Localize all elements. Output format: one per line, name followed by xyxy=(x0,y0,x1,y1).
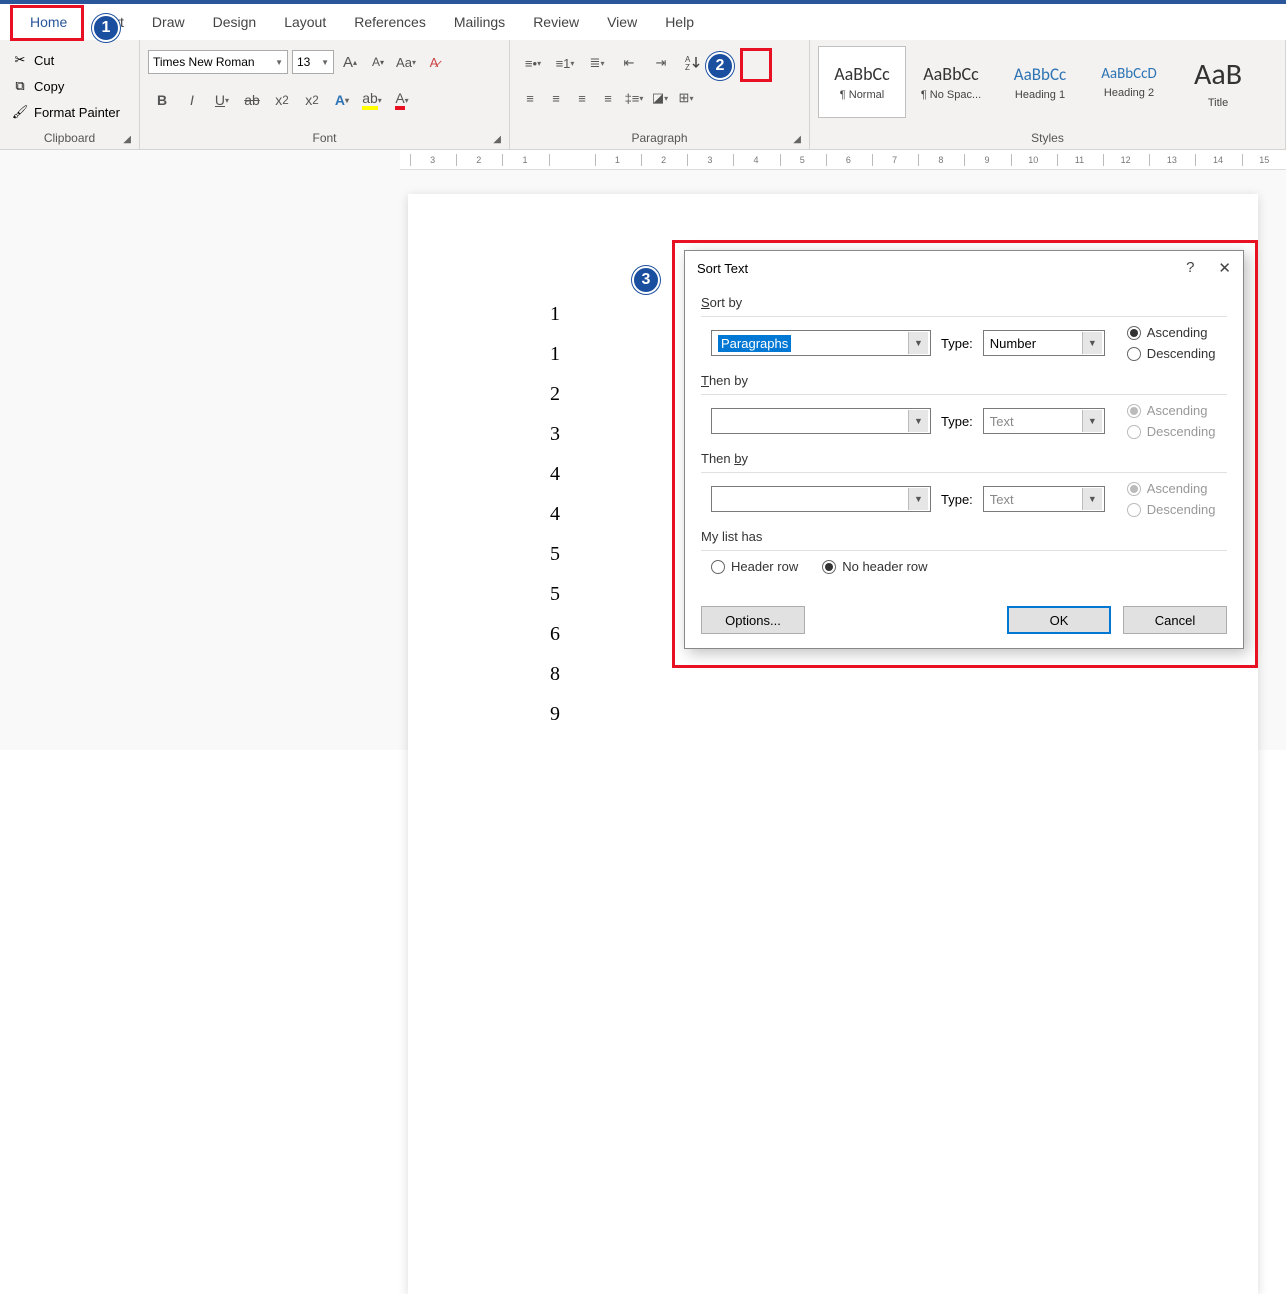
align-right-button[interactable]: ≡ xyxy=(570,86,594,110)
clipboard-group: ✂ Cut ⧉ Copy 🖌 Format Painter Clipboard … xyxy=(0,40,140,149)
strikethrough-button[interactable]: ab xyxy=(238,86,266,114)
cut-button[interactable]: ✂ Cut xyxy=(8,50,131,70)
clipboard-launcher-icon[interactable]: ◢ xyxy=(123,134,131,145)
annotation-marker-1: 1 xyxy=(92,14,120,42)
clear-formatting-button[interactable]: A̷ xyxy=(422,50,446,74)
annotation-box-1 xyxy=(10,5,84,41)
styles-title: Styles xyxy=(818,129,1277,147)
italic-button[interactable]: I xyxy=(178,86,206,114)
underline-button[interactable]: U▾ xyxy=(208,86,236,114)
bullets-button[interactable]: ≡•▾ xyxy=(518,50,548,76)
decrease-indent-button[interactable]: ⇤ xyxy=(614,50,644,76)
scissors-icon: ✂ xyxy=(12,52,28,68)
sort-button[interactable]: AZ xyxy=(678,50,708,76)
increase-indent-button[interactable]: ⇥ xyxy=(646,50,676,76)
align-center-button[interactable]: ≡ xyxy=(544,86,568,110)
ribbon-tabs: Home rt Draw Design Layout References Ma… xyxy=(0,4,1286,40)
font-launcher-icon[interactable]: ◢ xyxy=(493,134,501,145)
ruler[interactable]: 321123456789101112131415 xyxy=(400,150,1286,170)
svg-text:Z: Z xyxy=(685,63,690,72)
style-heading-1[interactable]: AaBbCcHeading 1 xyxy=(996,46,1084,118)
borders-button[interactable]: ⊞▾ xyxy=(674,86,698,110)
paragraph-title: Paragraph ◢ xyxy=(518,129,801,147)
clipboard-title: Clipboard ◢ xyxy=(8,129,131,147)
grow-font-button[interactable]: A▴ xyxy=(338,50,362,74)
numbering-button[interactable]: ≡1▾ xyxy=(550,50,580,76)
format-painter-label: Format Painter xyxy=(34,105,120,120)
bold-button[interactable]: B xyxy=(148,86,176,114)
tab-draw[interactable]: Draw xyxy=(138,8,199,36)
font-group: Times New Roman▼ 13▼ A▴ A▾ Aa▾ A̷ B I U▾… xyxy=(140,40,510,149)
cut-label: Cut xyxy=(34,53,54,68)
tab-help[interactable]: Help xyxy=(651,8,708,36)
annotation-box-3 xyxy=(672,240,1258,668)
copy-button[interactable]: ⧉ Copy xyxy=(8,76,131,96)
tab-review[interactable]: Review xyxy=(519,8,593,36)
superscript-button[interactable]: x2 xyxy=(298,86,326,114)
font-name-combo[interactable]: Times New Roman▼ xyxy=(148,50,288,74)
font-size-combo[interactable]: 13▼ xyxy=(292,50,334,74)
tab-design[interactable]: Design xyxy=(199,8,271,36)
annotation-marker-2: 2 xyxy=(706,52,734,80)
line-spacing-button[interactable]: ‡≡▾ xyxy=(622,86,646,110)
brush-icon: 🖌 xyxy=(12,104,28,120)
change-case-button[interactable]: Aa▾ xyxy=(394,50,418,74)
copy-icon: ⧉ xyxy=(12,78,28,94)
text-effects-button[interactable]: A▾ xyxy=(328,86,356,114)
style-title[interactable]: AaBTitle xyxy=(1174,46,1262,118)
tab-references[interactable]: References xyxy=(340,8,440,36)
shrink-font-button[interactable]: A▾ xyxy=(366,50,390,74)
annotation-marker-3: 3 xyxy=(632,266,660,294)
shading-button[interactable]: ◪▾ xyxy=(648,86,672,110)
style-heading-2[interactable]: AaBbCcDHeading 2 xyxy=(1085,46,1173,118)
style--no-spac-[interactable]: AaBbCc¶ No Spac... xyxy=(907,46,995,118)
format-painter-button[interactable]: 🖌 Format Painter xyxy=(8,102,131,122)
font-color-button[interactable]: A▾ xyxy=(388,86,416,114)
multilevel-button[interactable]: ≣▾ xyxy=(582,50,612,76)
style--normal[interactable]: AaBbCc¶ Normal xyxy=(818,46,906,118)
ribbon: ✂ Cut ⧉ Copy 🖌 Format Painter Clipboard … xyxy=(0,40,1286,150)
annotation-box-2 xyxy=(740,48,772,82)
styles-group: AaBbCc¶ NormalAaBbCc¶ No Spac...AaBbCcHe… xyxy=(810,40,1286,149)
copy-label: Copy xyxy=(34,79,64,94)
font-title: Font ◢ xyxy=(148,129,501,147)
justify-button[interactable]: ≡ xyxy=(596,86,620,110)
align-left-button[interactable]: ≡ xyxy=(518,86,542,110)
highlight-button[interactable]: ab▾ xyxy=(358,86,386,114)
paragraph-launcher-icon[interactable]: ◢ xyxy=(793,134,801,145)
tab-layout[interactable]: Layout xyxy=(270,8,340,36)
subscript-button[interactable]: x2 xyxy=(268,86,296,114)
tab-mailings[interactable]: Mailings xyxy=(440,8,519,36)
tab-view[interactable]: View xyxy=(593,8,651,36)
